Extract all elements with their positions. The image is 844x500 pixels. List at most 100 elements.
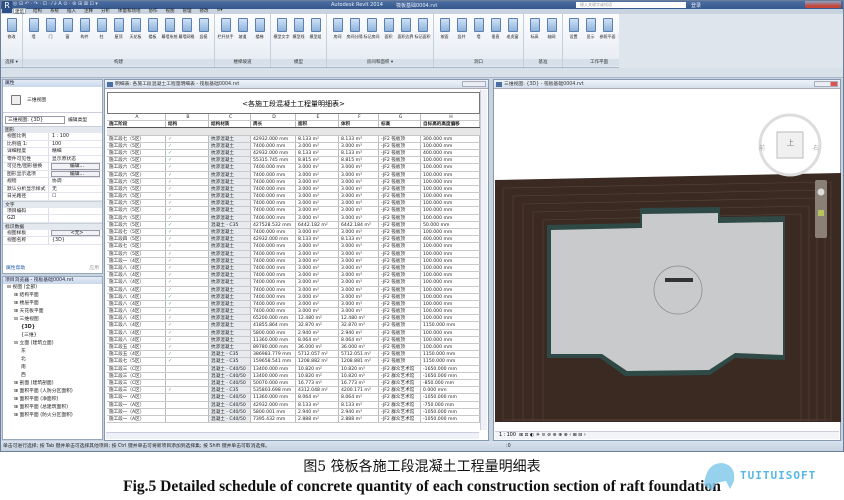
structural-checkbox[interactable]: ✓ [166,229,209,236]
vertical-scrollbar[interactable] [480,90,487,430]
structural-checkbox[interactable]: ✓ [166,279,209,286]
structural-checkbox[interactable]: ✓ [166,336,209,343]
structural-checkbox[interactable]: ✓ [166,149,209,157]
column-header[interactable]: 施工阶段 [107,121,166,128]
table-row[interactable]: 施工段七（5区） ✓ 抗渗混凝土 7400.000 mm 3.000 m² 3.000 m… [107,229,480,237]
property-value[interactable]: 协调 [49,178,102,185]
structural-checkbox[interactable]: ✓ [166,164,209,171]
structural-checkbox[interactable] [166,365,209,372]
structural-checkbox[interactable]: ✓ [166,322,209,329]
property-value[interactable]: {3D} [49,237,102,244]
property-section-header[interactable]: 文字 [3,200,102,208]
ribbon-group-label[interactable]: 楼梯坡道 [215,59,270,66]
table-row[interactable]: 施工段八（4区） ✓ 抗渗混凝土 7400.000 mm 3.000 m² 3.000 m… [107,279,480,287]
property-value[interactable]: <无> [51,229,100,236]
structural-checkbox[interactable]: ✓ [166,142,209,149]
table-row[interactable]: 施工段一（A区） 混凝土 - C40/50 5800.001 mm 2.940 m² 2… [107,408,480,416]
tree-item[interactable]: ⊞ 面积平面 (人防分区面积) [3,388,102,396]
structural-checkbox[interactable]: ✓ [166,236,209,243]
structural-checkbox[interactable] [166,394,209,401]
structural-checkbox[interactable]: ✓ [166,214,209,221]
steering-wheel-icon[interactable] [817,188,825,196]
tree-item[interactable]: ⊞ 楼层平面 [3,300,102,308]
property-value[interactable]: 1 : 100 [49,133,102,140]
tree-item[interactable]: ⊞ 面积平面 (总建筑面积) [3,404,102,412]
structural-checkbox[interactable]: ✓ [166,135,209,142]
window-controls[interactable] [805,1,841,8]
property-value[interactable]: 100 [49,141,102,148]
tree-item[interactable]: 西 [3,372,102,380]
application-menu-button[interactable]: R [2,1,12,13]
viewcube[interactable]: 上 前 右 [758,113,822,177]
structural-checkbox[interactable]: ✓ [166,286,209,293]
zoom-icon[interactable] [818,210,824,216]
table-row[interactable]: 施工段八（4区） ✓ 抗渗混凝土 7400.000 mm 3.000 m² 3.000 m… [107,286,480,294]
window-controls[interactable] [814,81,838,87]
property-value[interactable]: 精细 [49,148,102,155]
tree-item[interactable]: {三维} [3,332,102,340]
table-row[interactable]: 施工段四（5区） ✓ 抗渗混凝土 42932.000 mm 8.133 m² 8.133 … [107,236,480,244]
table-row[interactable]: 施工段八（4区） ✓ 抗渗混凝土 65200.000 mm 12.480 m² 12.48… [107,315,480,323]
structural-checkbox[interactable]: ✓ [166,358,209,365]
column-header[interactable]: 体积 [339,121,379,128]
property-section-header[interactable]: 标识数据 [3,222,102,230]
tree-item[interactable]: ⊞ 面积平面 (净面积) [3,396,102,404]
type-selector[interactable]: 三维视图 [3,87,102,113]
login-button[interactable]: 登录 [691,2,701,9]
tree-item[interactable]: ⊞ 剖面 (建筑剖面) [3,380,102,388]
table-row[interactable]: 施工段八（4区） ✓ 抗渗混凝土 5800.000 mm 2.940 m² 2.940 m… [107,329,480,337]
structural-checkbox[interactable]: ✓ [166,171,209,178]
table-row[interactable]: 施工段七（5区） ✓ 混凝土 - C35 159658.541 mm 1208.882 … [107,358,480,366]
structural-checkbox[interactable] [166,408,209,415]
table-row[interactable]: 施工段一（4区） ✓ 抗渗混凝土 7400.000 mm 3.000 m² 3.000 m… [107,257,480,265]
structural-checkbox[interactable] [166,415,209,423]
table-row[interactable]: 施工段七（5区） ✓ 抗渗混凝土 42932.000 mm 8.133 m² 8.133 … [107,135,480,143]
tree-item[interactable]: 南 [3,364,102,372]
column-header[interactable]: 自标高的高度偏移 [421,121,480,128]
table-row[interactable]: 施工段六（5区） ✓ 抗渗混凝土 7400.000 mm 3.000 m² 3.000 m… [107,185,480,194]
view-instance-dropdown[interactable]: 三维视图: {3D} [5,115,65,124]
quick-access-toolbar[interactable]: ◎ ⊟ ↶ · ↷ · ⊡ · ⁄ ∂ A ⊙ · ⊛ ⊞ ⊠ ⊡ ▾ [13,1,98,7]
structural-checkbox[interactable]: ✓ [166,351,209,358]
table-row[interactable]: 施工段三（C区） 混凝土 - C40/50 13400.000 mm 10.820 m… [107,365,480,373]
tree-item[interactable]: ⊞ 结构平面 [3,292,102,300]
property-value[interactable]: 编辑... [51,170,100,177]
property-value[interactable]: ☐ [49,193,102,200]
structural-checkbox[interactable]: ✓ [166,243,209,250]
column-header[interactable]: 结构材质 [209,121,251,128]
tree-item[interactable]: ⊞ 面积平面 (防火分区面积) [3,412,102,420]
view-scale[interactable]: 1 : 100 [499,433,516,438]
table-row[interactable]: 施工段六（5区） ✓ 抗渗混凝土 7400.000 mm 3.000 m² 3.000 m… [107,178,480,186]
ribbon-group-label[interactable]: 房间和面积 ▾ [327,59,433,66]
structural-checkbox[interactable]: ✓ [166,221,209,228]
structural-checkbox[interactable]: ✓ [166,157,209,164]
table-row[interactable]: 施工段三（C区） ✓ 混凝土 - C35 535803.698 mm 4312.048 … [107,387,480,395]
structural-checkbox[interactable]: ✓ [166,308,209,315]
properties-help-link[interactable]: 属性帮助 [6,265,25,273]
structural-checkbox[interactable]: ✓ [166,315,209,322]
table-row[interactable]: 施工段六（5区） ✓ 抗渗混凝土 7400.000 mm 3.000 m² 3.000 m… [107,164,480,172]
table-row[interactable]: 施工段七（5区） ✓ 抗渗混凝土 7400.000 mm 3.000 m² 3.000 m… [107,243,480,251]
structural-checkbox[interactable]: ✓ [166,387,209,394]
table-row[interactable]: 施工段六（5区） ✓ 抗渗混凝土 7400.000 mm 3.000 m² 3.000 m… [107,250,480,258]
structural-checkbox[interactable]: ✓ [166,193,209,200]
property-value[interactable]: 编辑... [51,163,100,170]
search-input[interactable]: 键入关键字或短语 [576,2,686,8]
column-header[interactable]: 周长 [251,121,296,128]
structural-checkbox[interactable]: ✓ [166,329,209,336]
tree-item[interactable]: ⊟ 视图 (全部) [3,284,102,292]
column-header[interactable]: 结构 [166,121,209,128]
table-row[interactable]: 施工段一（A区） 混凝土 - C40/50 42932.000 mm 8.133 m²… [107,401,480,409]
structural-checkbox[interactable]: ✓ [166,257,209,264]
structural-checkbox[interactable]: ✓ [166,207,209,214]
structural-checkbox[interactable] [166,401,209,408]
ribbon-group-label[interactable]: 基准 [524,59,562,66]
horizontal-scrollbar[interactable] [106,432,479,439]
tree-item[interactable]: 东 [3,348,102,356]
table-row[interactable]: 施工段六（5区） ✓ 抗渗混凝土 7400.000 mm 3.000 m² 3.000 m… [107,214,480,222]
table-row[interactable]: 施工段三（C区） 混凝土 - C40/50 50070.000 mm 16.773 m… [107,379,480,388]
structural-checkbox[interactable]: ✓ [166,293,209,300]
property-section-header[interactable]: 图形 [3,126,102,133]
structural-checkbox[interactable]: ✓ [166,178,209,185]
tree-item[interactable]: ⊟ 三维视图 [3,316,102,324]
